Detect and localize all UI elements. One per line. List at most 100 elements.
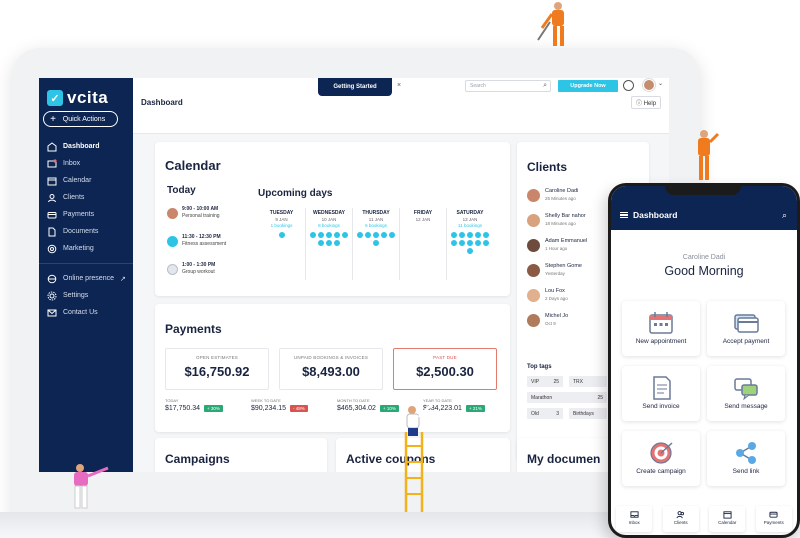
- avatar[interactable]: [643, 79, 655, 91]
- client-row[interactable]: Lou Fox 2 Days ago: [527, 288, 568, 302]
- day-name: THURSDAY: [362, 210, 390, 216]
- chevron-down-icon[interactable]: ⌄: [658, 80, 663, 87]
- booking-dot[interactable]: [451, 240, 457, 246]
- quick-actions-button[interactable]: + Quick Actions: [43, 111, 118, 127]
- day-name: TUESDAY: [269, 210, 294, 216]
- upgrade-button[interactable]: Upgrade Now: [558, 80, 618, 92]
- client-row[interactable]: Michel Jo Oct 9: [527, 313, 568, 327]
- search-icon[interactable]: ⌕: [782, 210, 787, 221]
- sidebar-divider: [39, 263, 133, 264]
- sidebar-item-label: Calendar: [63, 177, 92, 184]
- booking-dot[interactable]: [334, 240, 340, 246]
- client-row[interactable]: Stephen Gome Yesterday: [527, 263, 582, 277]
- tag-count: 3: [556, 410, 559, 417]
- booking-dot[interactable]: [381, 232, 387, 238]
- upcoming-day[interactable]: THURSDAY 11 JAN 6 bookings: [352, 208, 399, 280]
- booking-dot[interactable]: [357, 232, 363, 238]
- booking-dot[interactable]: [278, 232, 285, 238]
- sidebar-item-documents[interactable]: Documents: [47, 223, 131, 240]
- sidebar-item-settings[interactable]: Settings: [47, 287, 131, 304]
- booking-dot[interactable]: [365, 232, 371, 238]
- booking-dot[interactable]: [310, 232, 316, 238]
- client-row[interactable]: Shelly Bar nahor 18 Minutes ago: [527, 213, 586, 227]
- client-row[interactable]: Caroline Dadi 25 Minutes ago: [527, 188, 578, 202]
- booking-dot[interactable]: [389, 232, 395, 238]
- create-campaign-tile[interactable]: Create campaign: [622, 431, 700, 486]
- tab-calendar[interactable]: Calendar: [709, 506, 746, 532]
- sidebar-item-online-presence[interactable]: Online presence ↗: [47, 270, 131, 287]
- send-invoice-tile[interactable]: Send invoice: [622, 366, 700, 421]
- upcoming-day[interactable]: TUESDAY 9 JAN 1 bookings: [258, 208, 305, 280]
- menu-icon[interactable]: [620, 212, 628, 218]
- getting-started-button[interactable]: Getting Started: [318, 78, 392, 96]
- tab-payments[interactable]: Payments: [755, 506, 792, 532]
- tag-chip[interactable]: TRX: [569, 376, 607, 387]
- client-last-seen: 2 Days ago: [545, 296, 568, 301]
- sidebar-item-clients[interactable]: Clients: [47, 189, 131, 206]
- tag-chip[interactable]: Old 3: [527, 408, 563, 419]
- booking-dot[interactable]: [483, 240, 489, 246]
- ladder-figurine-illustration: [404, 402, 434, 512]
- booking-dot[interactable]: [451, 232, 457, 238]
- appointment-time: 9:00 - 10:00 AM: [182, 206, 219, 212]
- avatar: [527, 188, 540, 202]
- payments-icon: [47, 210, 57, 220]
- open-estimates-box[interactable]: OPEN ESTIMATES $16,750.92: [165, 348, 269, 390]
- booking-dot[interactable]: [475, 240, 481, 246]
- upcoming-day[interactable]: FRIDAY 12 JAN: [399, 208, 446, 280]
- my-documents-title: My documen: [527, 452, 601, 466]
- booking-dot[interactable]: [326, 240, 332, 246]
- appointment-item[interactable]: 11:30 - 12:30 PM Fitness assessment: [167, 234, 226, 248]
- accept-payment-tile[interactable]: Accept payment: [707, 301, 785, 356]
- tag-count: 25: [553, 378, 559, 385]
- appointment-name: Fitness assessment: [182, 241, 227, 247]
- message-icon: [734, 378, 758, 400]
- tab-inbox[interactable]: Inbox: [616, 506, 653, 532]
- booking-dot[interactable]: [326, 232, 332, 238]
- booking-dot[interactable]: [467, 248, 473, 254]
- sidebar-item-payments[interactable]: Payments: [47, 206, 131, 223]
- sidebar-item-dashboard[interactable]: Dashboard: [47, 138, 131, 155]
- booking-dot[interactable]: [373, 232, 379, 238]
- avatar: [527, 263, 540, 277]
- target-icon: [650, 442, 673, 464]
- sidebar-item-contact-us[interactable]: Contact Us: [47, 304, 131, 321]
- help-button[interactable]: ⓘ Help: [631, 96, 662, 109]
- booking-dot[interactable]: [467, 232, 473, 238]
- tab-clients[interactable]: Clients: [662, 506, 699, 532]
- close-icon[interactable]: ×: [397, 82, 401, 89]
- appointment-item[interactable]: 1:00 - 1:30 PM Group workout: [167, 262, 215, 276]
- past-due-box[interactable]: PAST DUE $2,500.30: [393, 348, 497, 390]
- booking-dot[interactable]: [467, 240, 473, 246]
- change-badge: + 30%: [204, 405, 223, 412]
- tag-chip[interactable]: Birthdays: [569, 408, 607, 419]
- booking-dot[interactable]: [475, 232, 481, 238]
- campaigns-card[interactable]: Campaigns: [155, 438, 327, 472]
- booking-dot[interactable]: [318, 240, 324, 246]
- booking-dot[interactable]: [459, 240, 465, 246]
- booking-dot[interactable]: [373, 240, 379, 246]
- booking-dot[interactable]: [459, 232, 465, 238]
- search-input[interactable]: Search ⌕: [465, 80, 551, 92]
- send-message-tile[interactable]: Send message: [707, 366, 785, 421]
- new-appointment-tile[interactable]: New appointment: [622, 301, 700, 356]
- booking-dot[interactable]: [483, 232, 489, 238]
- booking-dot[interactable]: [342, 232, 348, 238]
- tag-chip[interactable]: VIP 25: [527, 376, 563, 387]
- upcoming-day[interactable]: SATURDAY 13 JAN 11 bookings: [446, 208, 493, 280]
- client-row[interactable]: Adam Emmanuel 1 Hour ago: [527, 238, 587, 252]
- sidebar-item-inbox[interactable]: Inbox: [47, 155, 131, 172]
- sidebar-item-label: Settings: [63, 292, 89, 299]
- logo[interactable]: ✓ vcita: [47, 88, 108, 108]
- unpaid-bookings-box[interactable]: UNPAID BOOKINGS & INVOICES $8,493.00: [279, 348, 383, 390]
- upcoming-day[interactable]: WEDNESDAY 10 JAN 8 bookings: [305, 208, 352, 280]
- sidebar-item-calendar[interactable]: Calendar: [47, 172, 131, 189]
- tag-chip[interactable]: Marathon 25: [527, 392, 607, 403]
- booking-dot[interactable]: [318, 232, 324, 238]
- appointment-item[interactable]: 9:00 - 10:00 AM Personal training: [167, 206, 220, 220]
- gear-icon[interactable]: [623, 80, 634, 91]
- send-link-tile[interactable]: Send link: [707, 431, 785, 486]
- worker-figurine-illustration: [698, 130, 720, 180]
- sidebar-item-marketing[interactable]: Marketing: [47, 240, 131, 257]
- booking-dot[interactable]: [334, 232, 340, 238]
